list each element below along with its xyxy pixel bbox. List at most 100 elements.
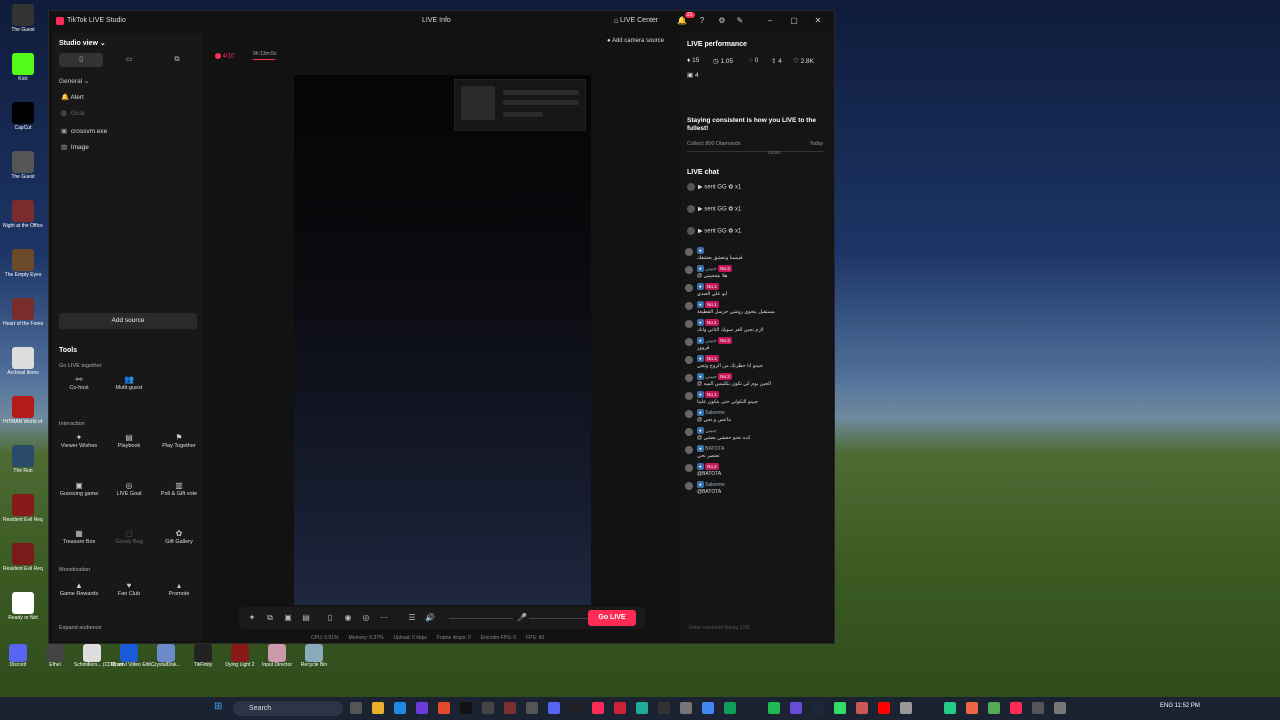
file-explorer-icon[interactable] xyxy=(372,702,384,714)
source-goal[interactable]: ◎ Goal xyxy=(61,109,85,117)
chat-message-list[interactable]: ● قبيسنا ونعشق بعشقك ● جبيبي No.3 @ هلا بش… xyxy=(685,247,831,617)
close-icon[interactable]: ✕ xyxy=(813,16,823,26)
more-icon[interactable]: ⋯ xyxy=(379,613,389,623)
chat-message[interactable]: ● No.1 ابو علي العبدي xyxy=(685,283,831,298)
goody-bag-tool[interactable]: ▢ Goody Bag xyxy=(107,529,151,557)
portrait-view-tab[interactable]: ▯ xyxy=(59,53,103,67)
chat-message[interactable]: ● جبيبي No.3 @ هلا بشعبيتي xyxy=(685,265,831,280)
chat-message[interactable]: ● No.1 لازم تجين الغر سويك الثاني وانك xyxy=(685,319,831,334)
app-icon[interactable] xyxy=(834,702,846,714)
play-together-tool[interactable]: ⚑ Play Together xyxy=(157,433,201,461)
chat-message[interactable]: ● No.1 مستقبل بتحوي روشي حرسل القطيعة xyxy=(685,301,831,316)
goal-card[interactable]: Staying consistent is how you LIVE to th… xyxy=(685,111,829,159)
source-crossvm[interactable]: ▣ crossvm.exe xyxy=(61,127,107,135)
studio-view-dropdown[interactable]: Studio view ⌄ xyxy=(59,39,106,47)
tiktok-live-studio-icon[interactable] xyxy=(592,702,604,714)
store-icon[interactable] xyxy=(394,702,406,714)
desktop-shortcut[interactable]: Resident Evil Requiem xyxy=(3,543,43,572)
app-icon[interactable] xyxy=(724,702,736,714)
desktop-shortcut[interactable]: Ethel xyxy=(37,644,73,668)
desktop-shortcut[interactable]: Schindlers... (CD1).srt xyxy=(74,644,123,668)
layers-icon[interactable]: ⧉ xyxy=(265,613,275,623)
app-icon[interactable] xyxy=(1032,702,1044,714)
desktop-shortcut[interactable]: Ready or Not xyxy=(3,592,43,621)
gear-icon[interactable]: ⚙ xyxy=(717,16,727,26)
chat-message[interactable]: ● جبيبي No.3 @ الحين يوم كي تكون بكليبس ا… xyxy=(685,373,831,388)
chat-message[interactable]: ● No.2 @BATOTA xyxy=(685,463,831,478)
app-icon[interactable] xyxy=(1054,702,1066,714)
app-icon[interactable] xyxy=(416,702,428,714)
fan-club-tool[interactable]: ♥ Fan Club xyxy=(107,581,151,609)
youtube-icon[interactable] xyxy=(878,702,890,714)
app-icon[interactable] xyxy=(944,702,956,714)
chat-input[interactable]: Enter comment during LIVE xyxy=(685,621,829,635)
desktop-shortcut[interactable]: HITMAN World of A. xyxy=(3,396,43,425)
task-view-icon[interactable] xyxy=(350,702,362,714)
app-icon[interactable] xyxy=(438,702,450,714)
guessing-game-tool[interactable]: ▣ Guessing game xyxy=(57,481,101,509)
app-icon[interactable] xyxy=(482,702,494,714)
app-icon[interactable] xyxy=(614,702,626,714)
app-icon[interactable] xyxy=(988,702,1000,714)
app-icon[interactable] xyxy=(900,702,912,714)
stream-preview[interactable] xyxy=(294,75,591,605)
taskbar-search[interactable]: Search xyxy=(233,701,343,716)
landscape-view-tab[interactable]: ▭ xyxy=(107,53,151,67)
desktop-shortcut[interactable]: The Guest xyxy=(3,151,43,180)
desktop-shortcut[interactable]: Recycle Bin xyxy=(296,644,332,668)
app-icon[interactable] xyxy=(570,702,582,714)
app-icon[interactable] xyxy=(526,702,538,714)
add-camera-source-button[interactable]: ● Add camera source xyxy=(607,38,664,44)
live-goal-tool[interactable]: ◎ LIVE Goal xyxy=(107,481,151,509)
go-live-button[interactable]: Go LIVE xyxy=(588,610,636,626)
general-section[interactable]: General ⌄ xyxy=(59,77,89,85)
mic-volume-slider[interactable] xyxy=(529,618,589,619)
promote-tool[interactable]: ▴ Promote xyxy=(157,581,201,609)
speaker-icon[interactable]: 🔊 xyxy=(425,613,435,623)
desktop-shortcut[interactable]: The Run xyxy=(3,445,43,474)
speaker-volume-slider[interactable] xyxy=(449,618,513,619)
cohost-tool[interactable]: ⚯ Co-host xyxy=(57,375,101,403)
app-icon[interactable] xyxy=(1010,702,1022,714)
multiguest-tool[interactable]: 👥 Multi-guest xyxy=(107,375,151,403)
desktop-shortcut[interactable]: Input Director xyxy=(259,644,295,668)
desktop-shortcut[interactable]: Kick xyxy=(3,53,43,82)
live-center-button[interactable]: LIVE Center xyxy=(620,17,658,24)
desktop-shortcut[interactable]: Archival Items xyxy=(3,347,43,376)
chat-message[interactable]: ● قبيسنا ونعشق بعشقك xyxy=(685,247,831,262)
dual-view-tab[interactable]: ⧉ xyxy=(155,53,199,67)
spotify-icon[interactable] xyxy=(768,702,780,714)
tools-icon[interactable]: ✎ xyxy=(735,16,745,26)
app-icon[interactable] xyxy=(966,702,978,714)
screenshot-icon[interactable]: ▣ xyxy=(283,613,293,623)
app-icon[interactable] xyxy=(856,702,868,714)
poll-gift-vote-tool[interactable]: ▥ Poll & Gift vote xyxy=(157,481,201,509)
chat-message[interactable]: ● No.1 جيبنو التكولي حتى بتكون علينا xyxy=(685,391,831,406)
app-icon[interactable] xyxy=(680,702,692,714)
desktop-shortcut[interactable]: CrystalDisk... xyxy=(148,644,184,668)
chat-message[interactable]: ● جبيبي No.3 قروور xyxy=(685,337,831,352)
game-rewards-tool[interactable]: ▲ Game Rewards xyxy=(57,581,101,609)
viewer-wishes-tool[interactable]: ✦ Viewer Wishes xyxy=(57,433,101,461)
live-info-button[interactable]: LIVE Info xyxy=(422,17,451,24)
chat-message[interactable]: ● No.1 جيبنو انا حظرتك من الروح وتجي xyxy=(685,355,831,370)
adjust-icon[interactable]: ☰ xyxy=(407,613,417,623)
playbook-tool[interactable]: ▤ Playbook xyxy=(107,433,151,461)
desktop-shortcut[interactable]: TikFinity xyxy=(185,644,221,668)
desktop-shortcut[interactable]: Movavi Video Edit... xyxy=(111,644,155,668)
desktop-shortcut[interactable]: Resident Evil Requiem xyxy=(3,494,43,523)
treasure-box-tool[interactable]: ▦ Treasure Box xyxy=(57,529,101,557)
desktop-shortcut[interactable]: Heart of the Forest xyxy=(3,298,43,327)
chat-message[interactable]: ● Saleeme @BATOTA xyxy=(685,481,831,496)
chat-message[interactable]: ● BATOTA تعتصر نحي xyxy=(685,445,831,460)
portrait-icon[interactable]: ▯ xyxy=(325,613,335,623)
desktop-shortcut[interactable]: Dying Light 2 xyxy=(222,644,258,668)
gift-gallery-tool[interactable]: ✿ Gift Gallery xyxy=(157,529,201,557)
desktop-shortcut[interactable]: Night at the Office xyxy=(3,200,43,229)
app-icon[interactable] xyxy=(658,702,670,714)
desktop-shortcut[interactable]: The Guest xyxy=(3,4,43,33)
microphone-icon[interactable]: 🎤 xyxy=(517,613,527,623)
chat-message[interactable]: ● Saleeme @ بتاعس و تجي xyxy=(685,409,831,424)
layout-icon[interactable]: ▤ xyxy=(301,613,311,623)
camera-icon[interactable]: ◎ xyxy=(361,613,371,623)
